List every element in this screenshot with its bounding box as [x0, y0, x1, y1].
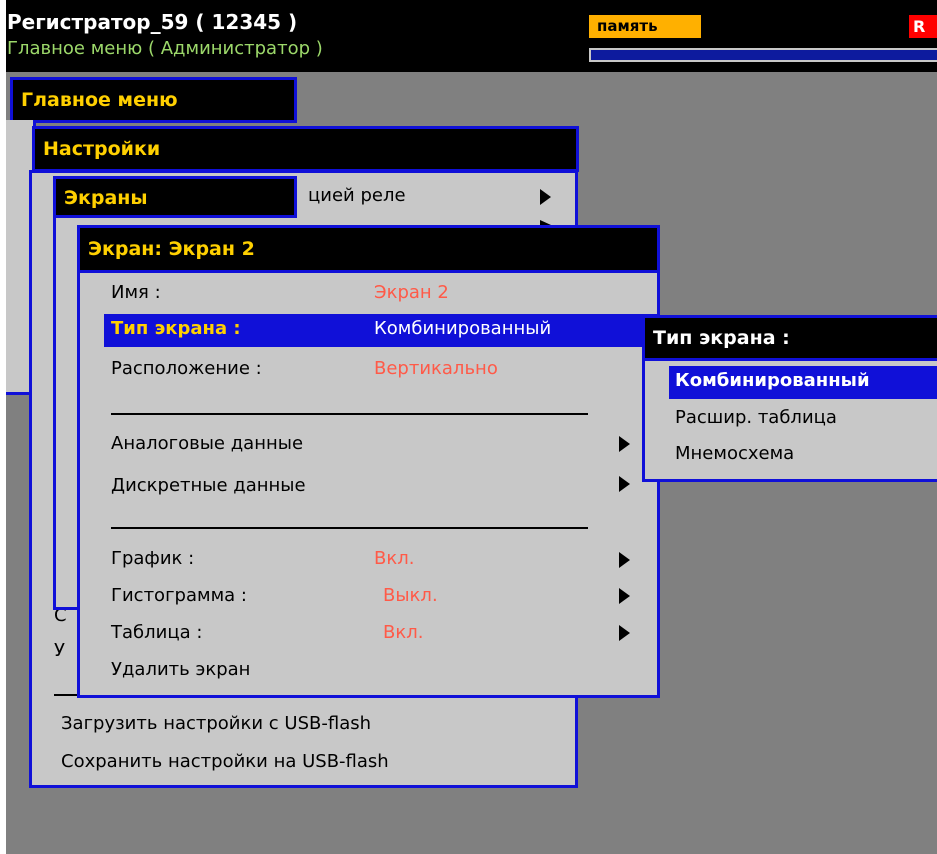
- menu-separator: [111, 527, 588, 529]
- screen-type-option[interactable]: Мнемосхема: [675, 443, 794, 464]
- save-settings-usb-item[interactable]: Сохранить настройки на USB-flash: [61, 751, 389, 772]
- screen-type-popup: Комбинированный Расшир. таблица Мнемосхема: [642, 358, 937, 482]
- submenu-arrow-icon: [619, 625, 630, 641]
- settings-item-fragment[interactable]: У: [54, 640, 65, 661]
- graph-label[interactable]: График :: [111, 548, 194, 569]
- screen-settings-title: Экран: Экран 2: [77, 225, 660, 273]
- menu-separator: [111, 413, 588, 415]
- memory-progress-fill: [591, 50, 937, 60]
- screen-type-option[interactable]: Комбинированный: [675, 370, 870, 391]
- analog-data-item[interactable]: Аналоговые данные: [111, 433, 303, 454]
- menu-path: Главное меню ( Администратор ): [7, 38, 323, 59]
- table-value[interactable]: Вкл.: [383, 622, 423, 643]
- screen-name-label: Имя :: [111, 282, 161, 303]
- screen-layout-label: Расположение :: [111, 358, 262, 379]
- device-title: Регистратор_59 ( 12345 ): [7, 10, 298, 34]
- submenu-arrow-icon: [619, 436, 630, 452]
- menu-separator: [54, 694, 78, 696]
- histogram-value[interactable]: Выкл.: [383, 585, 438, 606]
- discrete-data-item[interactable]: Дискретные данные: [111, 475, 306, 496]
- table-label[interactable]: Таблица :: [111, 622, 202, 643]
- load-settings-usb-item[interactable]: Загрузить настройки с USB-flash: [61, 713, 371, 734]
- screen-type-label[interactable]: Тип экрана :: [111, 318, 241, 339]
- device-screen: Регистратор_59 ( 12345 ) Главное меню ( …: [6, 0, 937, 854]
- screen-settings-window: Имя : Экран 2 Тип экрана : Комбинированн…: [77, 270, 660, 698]
- settings-item-relay-partial[interactable]: цией реле: [308, 185, 406, 206]
- screen-type-value[interactable]: Комбинированный: [374, 318, 551, 339]
- top-status-bar: Регистратор_59 ( 12345 ) Главное меню ( …: [6, 0, 937, 72]
- screens-menu-window: [53, 212, 77, 610]
- submenu-arrow-icon: [540, 189, 551, 205]
- settings-menu-title: Настройки: [32, 126, 579, 172]
- screen-layout-value[interactable]: Вертикально: [374, 358, 498, 379]
- status-badge: R: [909, 15, 937, 38]
- memory-progress-bar: [589, 48, 937, 62]
- histogram-label[interactable]: Гистограмма :: [111, 585, 247, 606]
- screen-type-popup-title: Тип экрана :: [642, 315, 937, 361]
- submenu-arrow-icon: [619, 588, 630, 604]
- delete-screen-item[interactable]: Удалить экран: [111, 659, 250, 680]
- memory-badge: память: [589, 15, 701, 38]
- main-menu-title: Главное меню: [10, 77, 297, 123]
- screen-type-option[interactable]: Расшир. таблица: [675, 407, 837, 428]
- screen-name-value[interactable]: Экран 2: [374, 282, 449, 303]
- submenu-arrow-icon: [619, 552, 630, 568]
- screens-menu-title: Экраны: [53, 176, 297, 218]
- graph-value[interactable]: Вкл.: [374, 548, 414, 569]
- submenu-arrow-icon: [619, 476, 630, 492]
